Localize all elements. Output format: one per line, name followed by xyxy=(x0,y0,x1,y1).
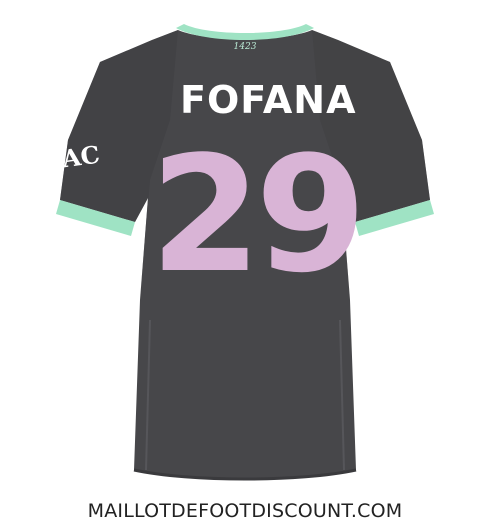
club-crest-icon: AC xyxy=(60,139,102,174)
site-watermark: MAILLOTDEFOOTDISCOUNT.COM xyxy=(87,500,403,522)
player-name: FOFANA xyxy=(180,78,357,122)
collar-mark: 1423 xyxy=(233,42,257,52)
product-page: 1423 AC FOFANA 29 MAILLOTDEFOOTDISCOUNT.… xyxy=(0,0,490,530)
player-number: 29 xyxy=(150,121,367,308)
